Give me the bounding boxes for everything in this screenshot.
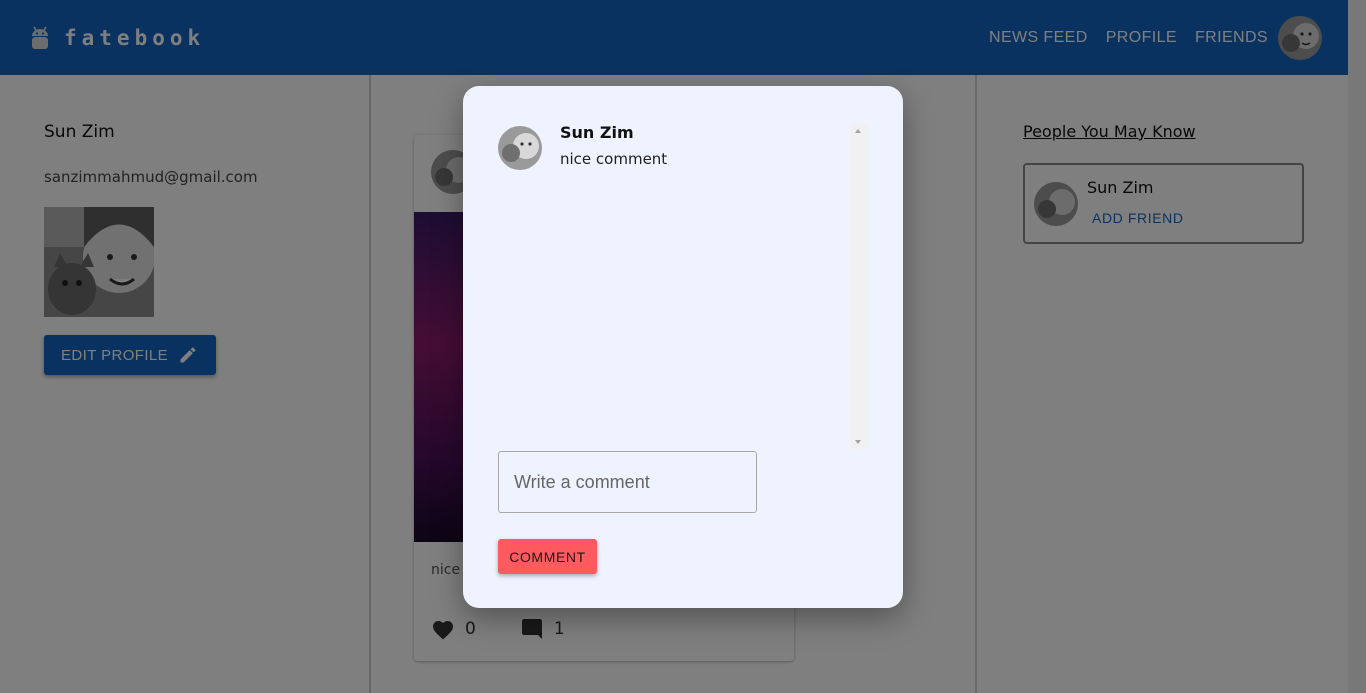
- comment-text: nice comment: [560, 150, 668, 168]
- comment-list-scrollbar[interactable]: [850, 124, 868, 449]
- commenter-avatar[interactable]: [498, 126, 542, 170]
- comment-item: Sun Zim nice comment: [498, 123, 868, 170]
- comment-list: Sun Zim nice comment: [498, 123, 868, 453]
- comment-submit-button[interactable]: COMMENT: [498, 539, 597, 574]
- scroll-down-arrow-icon[interactable]: [855, 440, 861, 444]
- scroll-up-arrow-icon[interactable]: [855, 129, 861, 133]
- comment-author: Sun Zim: [560, 123, 634, 142]
- comment-input[interactable]: [498, 451, 757, 513]
- comments-dialog: Sun Zim nice comment COMMENT: [463, 86, 903, 608]
